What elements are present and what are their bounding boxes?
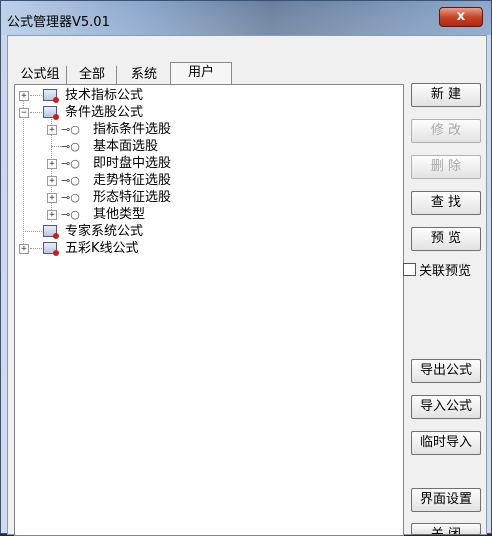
expand-icon[interactable]: +	[19, 244, 29, 254]
tree-node-label: 即时盘中选股	[93, 156, 172, 171]
formula-manager-window: 公式管理器V5.01 x 公式组 全部 系统 用户 + 技术指标公式 − 条件选…	[0, 0, 492, 536]
key-icon: ⊸○	[61, 140, 80, 153]
formula-book-icon	[43, 225, 59, 239]
expand-icon[interactable]: +	[19, 91, 29, 101]
close-button[interactable]: 关 闭	[411, 523, 481, 535]
tab-all[interactable]: 全部	[68, 66, 117, 84]
tab-formula-group[interactable]: 公式组	[14, 66, 67, 84]
key-icon: ⊸○	[61, 123, 80, 136]
tree-node-label: 形态特征选股	[93, 190, 172, 205]
expand-icon[interactable]: +	[47, 210, 57, 220]
tree-node-label: 专家系统公式	[65, 224, 144, 239]
key-icon: ⊸○	[61, 208, 80, 221]
link-preview-checkbox[interactable]: 关联预览	[403, 263, 472, 279]
tab-user[interactable]: 用户	[170, 62, 232, 84]
export-formula-button[interactable]: 导出公式	[411, 359, 481, 383]
tree-node-label: 条件选股公式	[65, 105, 144, 120]
checkbox-box[interactable]	[403, 263, 416, 276]
key-icon: ⊸○	[61, 174, 80, 187]
key-icon: ⊸○	[61, 157, 80, 170]
find-button[interactable]: 查 找	[411, 191, 481, 215]
tree-connector	[30, 95, 42, 96]
tree-connector	[51, 146, 61, 147]
client-area: 公式组 全部 系统 用户 + 技术指标公式 − 条件选股公式 + ⊸○ 指标条件…	[7, 35, 487, 536]
formula-book-icon	[43, 106, 59, 120]
tree-node-label: 走势特征选股	[93, 173, 172, 188]
link-preview-label: 关联预览	[419, 264, 472, 279]
formula-book-icon	[43, 89, 59, 103]
tree-connector	[23, 95, 24, 250]
tree-node-label: 基本面选股	[93, 139, 159, 154]
new-button[interactable]: 新 建	[411, 83, 481, 107]
formula-tree[interactable]: + 技术指标公式 − 条件选股公式 + ⊸○ 指标条件选股 ⊸○ 基本面选股 +…	[14, 84, 404, 536]
expand-icon[interactable]: +	[47, 125, 57, 135]
expand-icon[interactable]: +	[47, 176, 57, 186]
formula-book-icon	[43, 242, 59, 256]
tree-node-label: 其他类型	[93, 207, 146, 222]
ui-settings-button[interactable]: 界面设置	[411, 488, 481, 512]
close-window-button[interactable]: x	[439, 7, 483, 27]
tree-connector	[30, 248, 42, 249]
preview-button[interactable]: 预 览	[411, 227, 481, 251]
expand-icon[interactable]: +	[47, 193, 57, 203]
title-bar[interactable]: 公式管理器V5.01 x	[1, 1, 491, 35]
tree-node-label: 技术指标公式	[65, 88, 144, 103]
window-title: 公式管理器V5.01	[7, 15, 110, 30]
delete-button[interactable]: 删 除	[411, 155, 481, 179]
tree-node-label: 指标条件选股	[93, 122, 172, 137]
tree-connector	[30, 112, 42, 113]
tree-connector	[23, 231, 42, 232]
tab-system[interactable]: 系统	[120, 66, 168, 84]
tree-node-label: 五彩K线公式	[65, 241, 139, 256]
temp-import-button[interactable]: 临时导入	[411, 431, 481, 455]
modify-button[interactable]: 修 改	[411, 119, 481, 143]
expand-icon[interactable]: +	[47, 159, 57, 169]
key-icon: ⊸○	[61, 191, 80, 204]
import-formula-button[interactable]: 导入公式	[411, 395, 481, 419]
collapse-icon[interactable]: −	[19, 108, 29, 118]
